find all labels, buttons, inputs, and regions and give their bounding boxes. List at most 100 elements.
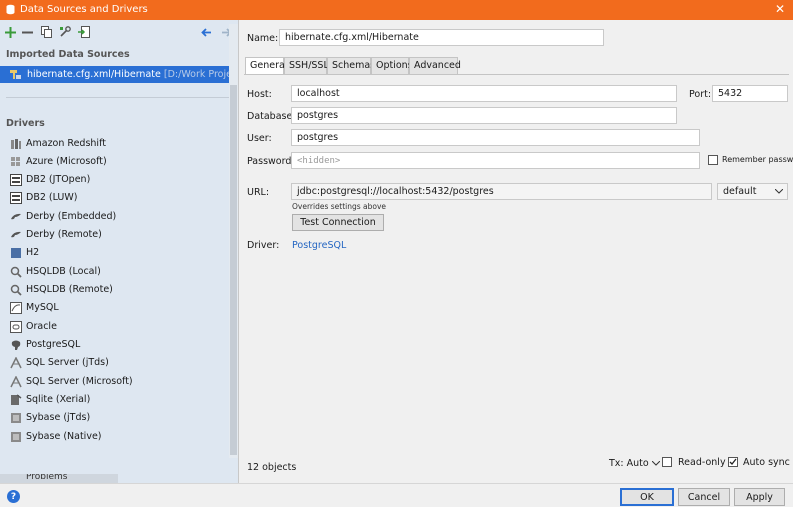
driver-item[interactable]: PostgreSQL bbox=[0, 337, 238, 354]
driver-item[interactable]: DB2 (JTOpen) bbox=[0, 172, 238, 189]
url-label: URL: bbox=[247, 187, 270, 198]
window-title: Data Sources and Drivers bbox=[20, 4, 148, 15]
close-icon[interactable]: ✕ bbox=[775, 2, 785, 16]
driver-item[interactable]: Azure (Microsoft) bbox=[0, 154, 238, 171]
url-field[interactable]: jdbc:postgresql://localhost:5432/postgre… bbox=[291, 183, 712, 200]
help-icon[interactable]: ? bbox=[7, 490, 20, 503]
apply-button[interactable]: Apply bbox=[734, 488, 785, 506]
db2-icon bbox=[10, 192, 22, 204]
remember-password-checkbox[interactable] bbox=[708, 155, 718, 165]
driver-label: SQL Server (jTds) bbox=[26, 357, 109, 368]
problems-tab[interactable]: Problems bbox=[0, 474, 118, 483]
imported-sources-heading: Imported Data Sources bbox=[6, 49, 130, 60]
tab-general[interactable]: General bbox=[245, 57, 287, 75]
settings-icon[interactable] bbox=[58, 25, 72, 39]
host-label: Host: bbox=[247, 89, 272, 100]
password-label: Password: bbox=[247, 156, 295, 167]
divider bbox=[6, 97, 232, 98]
checkmark-icon bbox=[729, 458, 737, 465]
azure-icon bbox=[11, 157, 20, 166]
auto-sync-label: Auto sync bbox=[743, 457, 790, 468]
driver-label: MySQL bbox=[26, 302, 59, 313]
driver-item[interactable]: Oracle bbox=[0, 319, 238, 336]
url-mode-value: default bbox=[723, 186, 757, 197]
mysql-icon bbox=[10, 302, 22, 314]
name-field[interactable]: hibernate.cfg.xml/Hibernate bbox=[279, 29, 604, 46]
derby-icon bbox=[11, 231, 21, 238]
driver-label: PostgreSQL bbox=[26, 339, 81, 350]
host-field[interactable]: localhost bbox=[291, 85, 677, 102]
back-icon[interactable] bbox=[199, 25, 213, 39]
driver-item[interactable]: HSQLDB (Local) bbox=[0, 264, 238, 281]
driver-item[interactable]: Sybase (jTds) bbox=[0, 410, 238, 427]
driver-item[interactable]: DB2 (LUW) bbox=[0, 190, 238, 207]
driver-label: Oracle bbox=[26, 321, 57, 332]
driver-item[interactable]: SQL Server (jTds) bbox=[0, 355, 238, 372]
driver-label: Azure (Microsoft) bbox=[26, 156, 107, 167]
dialog-footer bbox=[0, 483, 793, 507]
import-icon[interactable] bbox=[77, 25, 91, 39]
tab-advanced[interactable]: Advanced bbox=[409, 57, 461, 74]
user-label: User: bbox=[247, 133, 272, 144]
chevron-down-icon[interactable] bbox=[775, 189, 783, 194]
derby-icon bbox=[11, 213, 21, 220]
remember-password-label: Remember password bbox=[722, 155, 793, 164]
driver-item[interactable]: Derby (Remote) bbox=[0, 227, 238, 244]
add-icon[interactable] bbox=[3, 25, 17, 39]
objects-count: 12 objects bbox=[247, 462, 297, 473]
copy-icon[interactable] bbox=[39, 25, 53, 39]
user-field[interactable]: postgres bbox=[291, 129, 700, 146]
hsqldb-icon bbox=[10, 284, 22, 296]
tab-divider bbox=[244, 74, 789, 75]
test-connection-button[interactable]: Test Connection bbox=[292, 214, 384, 231]
ok-button[interactable]: OK bbox=[620, 488, 674, 506]
cancel-button[interactable]: Cancel bbox=[678, 488, 730, 506]
hsqldb-icon bbox=[10, 266, 22, 278]
database-field[interactable]: postgres bbox=[291, 107, 677, 124]
driver-label: DB2 (LUW) bbox=[26, 192, 78, 203]
tab-options[interactable]: Options bbox=[371, 57, 413, 74]
data-source-name: hibernate.cfg.xml/Hibernate bbox=[27, 69, 161, 80]
sybase-icon bbox=[11, 432, 21, 442]
password-field[interactable]: <hidden> bbox=[291, 152, 700, 169]
driver-item[interactable]: Sqlite (Xerial) bbox=[0, 392, 238, 409]
driver-label: Sybase (Native) bbox=[26, 431, 102, 442]
driver-item[interactable]: Amazon Redshift bbox=[0, 136, 238, 153]
redshift-icon bbox=[11, 139, 21, 149]
driver-item[interactable]: MySQL bbox=[0, 300, 238, 317]
driver-item[interactable]: HSQLDB (Remote) bbox=[0, 282, 238, 299]
driver-label: Amazon Redshift bbox=[26, 138, 106, 149]
tab-ssh-ssl[interactable]: SSH/SSL bbox=[284, 57, 329, 74]
auto-sync-checkbox[interactable] bbox=[728, 457, 738, 467]
driver-item[interactable]: SQL Server (Microsoft) bbox=[0, 374, 238, 391]
tx-mode-dropdown[interactable]: Tx: Auto bbox=[609, 458, 661, 469]
read-only-label: Read-only bbox=[678, 457, 726, 468]
tab-schemas[interactable]: Schemas bbox=[327, 57, 375, 74]
driver-label: Derby (Remote) bbox=[26, 229, 102, 240]
driver-item[interactable]: Derby (Embedded) bbox=[0, 209, 238, 226]
postgresql-icon bbox=[11, 340, 21, 350]
driver-item[interactable]: Sybase (Native) bbox=[0, 429, 238, 446]
overrides-note: Overrides settings above bbox=[292, 202, 387, 211]
driver-link[interactable]: PostgreSQL bbox=[292, 240, 346, 251]
database-icon bbox=[6, 4, 15, 15]
driver-label: H2 bbox=[26, 247, 40, 258]
driver-label: Driver: bbox=[247, 240, 280, 251]
tx-mode-label: Tx: Auto bbox=[609, 458, 649, 469]
sql-server-icon bbox=[10, 376, 22, 388]
sybase-icon bbox=[11, 413, 21, 423]
remove-icon[interactable] bbox=[20, 25, 34, 39]
driver-label: DB2 (JTOpen) bbox=[26, 174, 91, 185]
password-placeholder: <hidden> bbox=[297, 156, 341, 166]
left-scrollbar-thumb[interactable] bbox=[230, 85, 237, 455]
sqlite-icon bbox=[11, 394, 22, 405]
driver-label: Derby (Embedded) bbox=[26, 211, 117, 222]
drivers-heading: Drivers bbox=[6, 118, 45, 129]
db2-icon bbox=[10, 174, 22, 186]
sql-server-icon bbox=[10, 357, 22, 369]
port-field[interactable]: 5432 bbox=[712, 85, 788, 102]
driver-label: SQL Server (Microsoft) bbox=[26, 376, 133, 387]
read-only-checkbox[interactable] bbox=[662, 457, 672, 467]
driver-label: Sqlite (Xerial) bbox=[26, 394, 91, 405]
driver-item[interactable]: H2 bbox=[0, 245, 238, 262]
